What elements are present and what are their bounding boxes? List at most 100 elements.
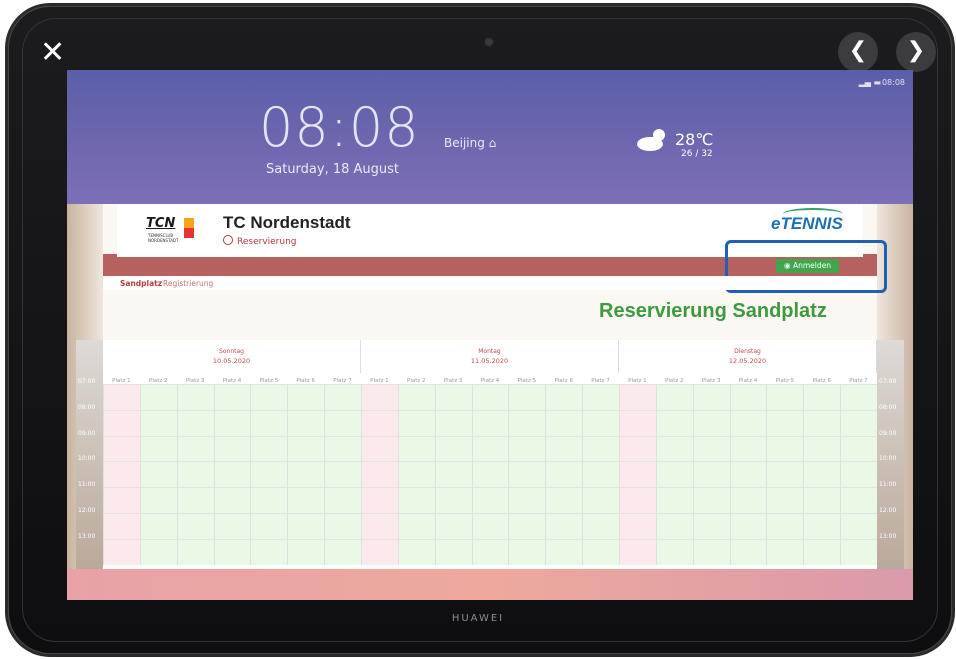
slot-free[interactable] [324,435,361,462]
slot-free[interactable] [766,409,804,436]
slot-free[interactable] [655,513,693,539]
slot-free[interactable] [434,513,472,539]
slot-free[interactable] [692,384,730,410]
slot-free[interactable] [729,409,767,436]
slot-free[interactable] [803,513,841,539]
slot-free[interactable] [471,409,509,436]
slot-free[interactable] [545,513,583,539]
slot-free[interactable] [840,461,877,488]
slot-free[interactable] [582,461,619,488]
slot-free[interactable] [766,487,804,513]
slot-free[interactable] [840,409,877,436]
slot-blocked[interactable] [103,538,140,565]
slot-free[interactable] [434,409,472,436]
slot-free[interactable] [840,538,877,565]
slot-free[interactable] [582,487,619,513]
slot-free[interactable] [655,435,693,462]
slot-free[interactable] [545,461,583,488]
club-logo[interactable]: TCN TENNISCLUB NORDENSTADT [146,216,196,244]
slot-free[interactable] [582,538,619,565]
slot-free[interactable] [766,384,804,410]
slot-free[interactable] [803,538,841,565]
slot-free[interactable] [655,538,693,565]
slot-blocked[interactable] [361,461,398,488]
slot-blocked[interactable] [619,513,656,539]
slot-free[interactable] [545,409,583,436]
slot-free[interactable] [250,513,288,539]
slot-free[interactable] [840,513,877,539]
slot-free[interactable] [655,384,693,410]
slot-free[interactable] [250,384,288,410]
slot-free[interactable] [434,538,472,565]
slot-free[interactable] [139,513,177,539]
slot-free[interactable] [729,538,767,565]
slot-free[interactable] [213,384,251,410]
slot-free[interactable] [250,538,288,565]
slot-free[interactable] [729,384,767,410]
slot-free[interactable] [176,538,214,565]
subnav-sandplatz[interactable]: Sandplatz [120,279,162,288]
slot-free[interactable] [434,461,472,488]
slot-free[interactable] [840,487,877,513]
slot-free[interactable] [803,435,841,462]
slot-free[interactable] [803,409,841,436]
slot-free[interactable] [508,513,546,539]
slot-blocked[interactable] [619,461,656,488]
slot-blocked[interactable] [361,435,398,462]
slot-free[interactable] [176,487,214,513]
slot-free[interactable] [324,487,361,513]
slot-free[interactable] [139,384,177,410]
slot-free[interactable] [766,435,804,462]
slot-free[interactable] [176,513,214,539]
slot-free[interactable] [250,435,288,462]
slot-free[interactable] [287,461,325,488]
slot-free[interactable] [729,461,767,488]
slot-free[interactable] [397,435,435,462]
slot-blocked[interactable] [361,487,398,513]
slot-free[interactable] [213,461,251,488]
slot-free[interactable] [287,487,325,513]
slot-free[interactable] [766,538,804,565]
slot-free[interactable] [471,513,509,539]
slot-free[interactable] [176,384,214,410]
slot-free[interactable] [508,409,546,436]
slot-free[interactable] [545,487,583,513]
slot-blocked[interactable] [103,461,140,488]
slot-free[interactable] [176,409,214,436]
slot-free[interactable] [471,384,509,410]
next-slide-button[interactable]: ❯ [896,32,936,72]
slot-free[interactable] [397,461,435,488]
slot-free[interactable] [176,435,214,462]
slot-free[interactable] [471,435,509,462]
slot-free[interactable] [471,487,509,513]
slot-blocked[interactable] [619,538,656,565]
slot-free[interactable] [508,487,546,513]
slot-free[interactable] [434,384,472,410]
slot-free[interactable] [397,384,435,410]
slot-free[interactable] [471,538,509,565]
slot-blocked[interactable] [619,384,656,410]
slot-free[interactable] [397,409,435,436]
slot-free[interactable] [397,513,435,539]
slot-free[interactable] [324,461,361,488]
slot-free[interactable] [250,487,288,513]
slot-free[interactable] [545,384,583,410]
slot-free[interactable] [729,487,767,513]
slot-blocked[interactable] [103,384,140,410]
slot-free[interactable] [324,513,361,539]
slot-free[interactable] [508,538,546,565]
slot-free[interactable] [287,513,325,539]
reservation-link[interactable]: Reservierung [223,235,297,247]
slot-free[interactable] [545,538,583,565]
slot-free[interactable] [582,409,619,436]
slot-blocked[interactable] [361,538,398,565]
slot-free[interactable] [324,538,361,565]
close-icon[interactable]: ✕ [40,38,65,68]
slot-free[interactable] [250,409,288,436]
slot-free[interactable] [434,487,472,513]
slot-free[interactable] [287,409,325,436]
slot-free[interactable] [287,538,325,565]
slot-free[interactable] [692,435,730,462]
slot-free[interactable] [545,435,583,462]
slot-free[interactable] [803,461,841,488]
